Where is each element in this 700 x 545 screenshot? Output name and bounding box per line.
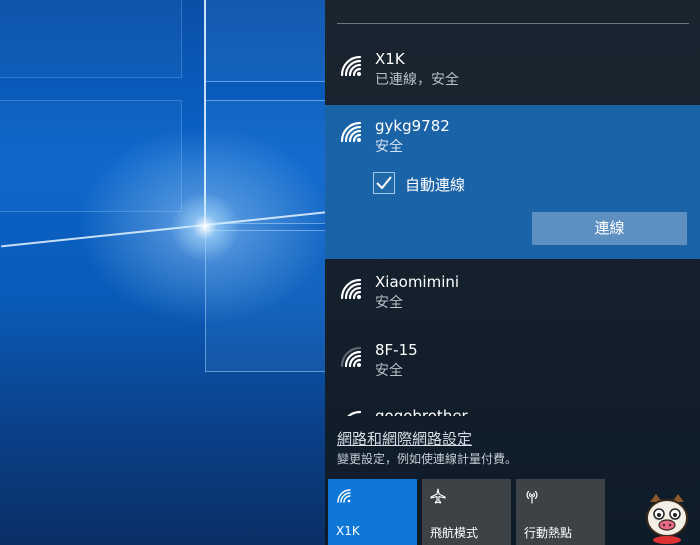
wifi-signal-icon bbox=[340, 346, 362, 368]
wifi-icon bbox=[337, 489, 351, 503]
network-status: 安全 bbox=[375, 295, 403, 311]
network-item-8f-15[interactable]: 8F-15 安全 bbox=[325, 330, 700, 394]
auto-connect-checkbox[interactable] bbox=[373, 172, 395, 194]
airplane-icon bbox=[430, 488, 446, 504]
wifi-signal-icon bbox=[340, 121, 362, 143]
quick-action-label: X1K bbox=[336, 524, 360, 538]
network-settings-link[interactable]: 網路和網際網路設定 bbox=[337, 428, 472, 449]
network-name: gykg9782 bbox=[375, 117, 450, 135]
network-name: 8F-15 bbox=[375, 341, 418, 359]
wallpaper-pane bbox=[205, 0, 325, 82]
wallpaper-pane bbox=[0, 0, 182, 78]
network-status: 安全 bbox=[375, 139, 403, 155]
network-item-x1k[interactable]: X1K 已連線，安全 bbox=[325, 40, 700, 102]
network-name: gogobrother bbox=[375, 407, 468, 416]
wifi-signal-icon bbox=[340, 278, 362, 300]
network-item-xiaomimini[interactable]: Xiaomimini 安全 bbox=[325, 262, 700, 326]
checkmark-icon bbox=[376, 176, 392, 190]
network-name: X1K bbox=[375, 50, 405, 68]
quick-action-wifi[interactable]: X1K bbox=[328, 479, 417, 545]
desktop-wallpaper bbox=[0, 0, 325, 545]
quick-action-mobile-hotspot[interactable]: 行動熱點 bbox=[516, 479, 605, 545]
wallpaper-glow bbox=[170, 192, 240, 262]
network-name: Xiaomimini bbox=[375, 273, 460, 291]
network-item-gogobrother[interactable]: gogobrother bbox=[325, 398, 700, 416]
wifi-signal-icon bbox=[347, 410, 362, 416]
network-flyout: X1K 已連線，安全 gykg9782 安全 自動連線 連線 Xiaomimin… bbox=[325, 0, 700, 545]
watermark-mascot-logo bbox=[646, 494, 688, 544]
quick-action-label: 飛航模式 bbox=[430, 526, 479, 540]
network-status: 已連線，安全 bbox=[375, 72, 459, 88]
divider bbox=[337, 23, 689, 24]
quick-action-label: 行動熱點 bbox=[524, 526, 573, 540]
auto-connect-label: 自動連線 bbox=[405, 176, 466, 194]
connect-button[interactable]: 連線 bbox=[532, 212, 687, 245]
hotspot-icon bbox=[526, 490, 538, 504]
network-status: 安全 bbox=[375, 363, 403, 379]
wallpaper-pane bbox=[0, 100, 182, 212]
network-settings-description: 變更設定，例如使連線計量付費。 bbox=[337, 452, 518, 466]
quick-action-airplane-mode[interactable]: 飛航模式 bbox=[422, 479, 511, 545]
wifi-signal-icon bbox=[340, 55, 362, 77]
